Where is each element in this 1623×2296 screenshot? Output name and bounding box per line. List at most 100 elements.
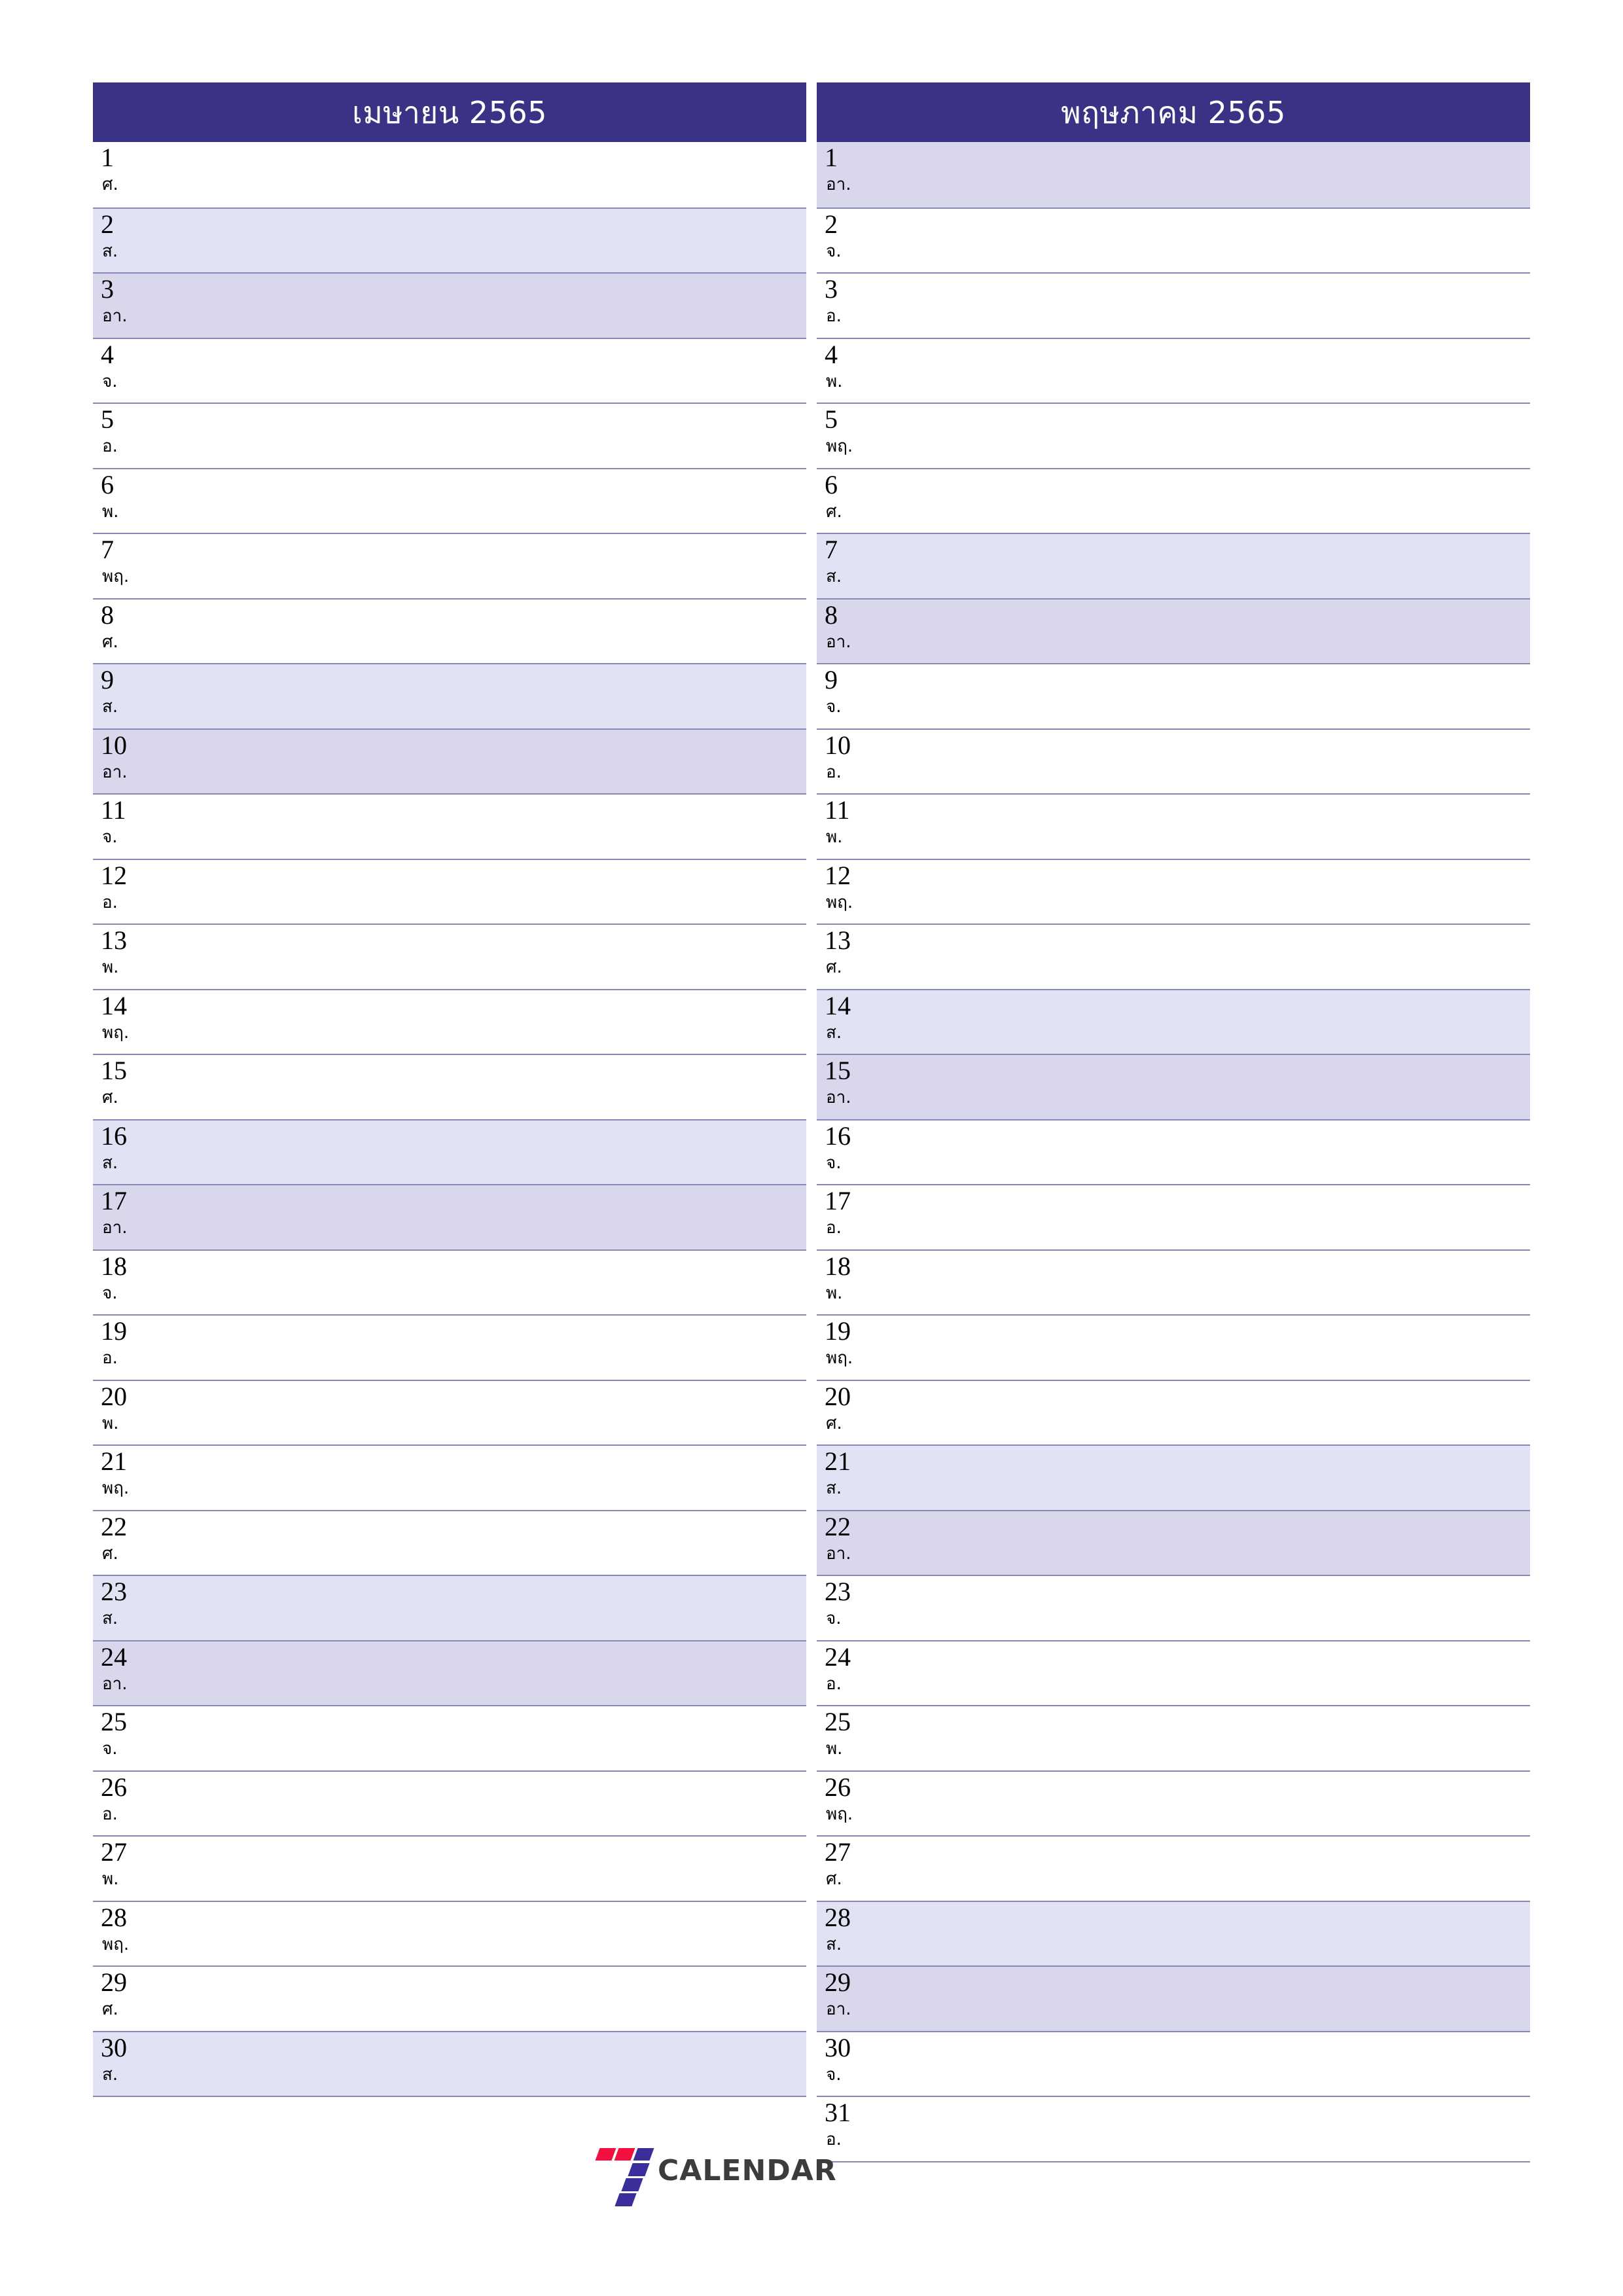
day-name: พฤ. (102, 1934, 130, 1954)
day-row[interactable]: 2 จ. (817, 207, 1530, 272)
day-row[interactable]: 4 จ. (93, 337, 806, 403)
month-columns: เมษายน 2565 1 ศ. 2 ส. 3 อา. 4 จ. 5 อ. 6 พ. 7 พฤ. 8 ศ. 9 ส… (93, 82, 1530, 2203)
day-row[interactable]: 28 ส. (817, 1900, 1530, 1965)
day-number: 24 (825, 1641, 851, 1672)
day-row[interactable]: 8 ศ. (93, 598, 806, 663)
day-row[interactable]: 1 ศ. (93, 142, 806, 207)
day-name: ศ. (826, 958, 842, 977)
day-row[interactable]: 30 ส. (93, 2030, 806, 2096)
day-row[interactable]: 1 อา. (817, 142, 1530, 207)
day-row[interactable]: 14 พฤ. (93, 988, 806, 1054)
day-name: ศ. (102, 1088, 118, 1107)
day-row[interactable]: 16 จ. (817, 1119, 1530, 1184)
day-row[interactable]: 23 จ. (817, 1575, 1530, 1640)
day-row[interactable]: 29 ศ. (93, 1965, 806, 2031)
day-name: อา. (826, 1088, 851, 1107)
day-row[interactable]: 25 จ. (93, 1705, 806, 1770)
day-row[interactable]: 12 อ. (93, 858, 806, 924)
day-number: 17 (101, 1186, 127, 1215)
day-row[interactable]: 15 อา. (817, 1054, 1530, 1119)
day-name: ส. (826, 567, 842, 586)
day-name: ส. (102, 1609, 118, 1628)
day-number: 14 (825, 990, 851, 1020)
day-row[interactable]: 22 ศ. (93, 1509, 806, 1575)
day-row[interactable]: 6 พ. (93, 467, 806, 533)
day-number: 24 (101, 1641, 127, 1672)
day-name: จ. (102, 827, 118, 847)
day-row[interactable]: 31 อ. (817, 2096, 1530, 2161)
day-row[interactable]: 20 พ. (93, 1379, 806, 1444)
day-row[interactable]: 17 อา. (93, 1184, 806, 1249)
day-row[interactable]: 22 อา. (817, 1509, 1530, 1575)
day-row[interactable]: 9 จ. (817, 663, 1530, 728)
day-row[interactable]: 2 ส. (93, 207, 806, 272)
day-name: พ. (102, 958, 119, 977)
day-name: ศ. (102, 175, 118, 194)
day-row[interactable]: 3 อา. (93, 272, 806, 338)
day-row[interactable]: 21 พฤ. (93, 1444, 806, 1510)
day-number: 2 (825, 209, 838, 239)
day-row[interactable]: 28 พฤ. (93, 1900, 806, 1965)
day-name: อ. (826, 1674, 842, 1694)
day-row[interactable]: 7 ส. (817, 533, 1530, 598)
day-number: 15 (825, 1056, 851, 1085)
day-list-right: 1 อา. 2 จ. 3 อ. 4 พ. 5 พฤ. 6 ศ. 7 ส. 8 อา. 9 จ. 10 อ. 11 พ. 12… (817, 142, 1530, 2162)
day-row[interactable]: 4 พ. (817, 337, 1530, 403)
day-row[interactable]: 18 พ. (817, 1249, 1530, 1314)
day-row[interactable]: 20 ศ. (817, 1379, 1530, 1444)
day-name: ส. (102, 241, 118, 261)
day-row[interactable]: 5 อ. (93, 403, 806, 468)
day-name: จ. (102, 1283, 118, 1303)
day-number: 10 (101, 730, 127, 760)
day-row[interactable]: 17 อ. (817, 1184, 1530, 1249)
day-row[interactable]: 19 พฤ. (817, 1314, 1530, 1380)
day-number: 2 (101, 209, 114, 239)
day-row[interactable]: 23 ส. (93, 1575, 806, 1640)
day-row[interactable]: 7 พฤ. (93, 533, 806, 598)
day-number: 25 (825, 1707, 851, 1736)
day-row[interactable]: 12 พฤ. (817, 858, 1530, 924)
day-row[interactable]: 18 จ. (93, 1249, 806, 1314)
month-column-left: เมษายน 2565 1 ศ. 2 ส. 3 อา. 4 จ. 5 อ. 6 พ. 7 พฤ. 8 ศ. 9 ส… (93, 82, 806, 2203)
day-row[interactable]: 11 พ. (817, 793, 1530, 859)
day-row[interactable]: 21 ส. (817, 1444, 1530, 1510)
day-row[interactable]: 5 พฤ. (817, 403, 1530, 468)
day-row[interactable]: 27 พ. (93, 1835, 806, 1901)
day-row[interactable]: 8 อา. (817, 598, 1530, 663)
day-number: 3 (101, 274, 114, 304)
day-row[interactable]: 24 อ. (817, 1640, 1530, 1705)
day-row[interactable]: 14 ส. (817, 988, 1530, 1054)
day-row[interactable]: 10 อา. (93, 728, 806, 793)
day-row[interactable]: 27 ศ. (817, 1835, 1530, 1901)
day-row[interactable]: 26 อ. (93, 1770, 806, 1835)
day-row[interactable]: 13 ศ. (817, 924, 1530, 989)
day-row[interactable]: 16 ส. (93, 1119, 806, 1184)
day-row[interactable]: 30 จ. (817, 2030, 1530, 2096)
day-row[interactable]: 10 อ. (817, 728, 1530, 793)
day-name: ส. (826, 1479, 842, 1498)
day-row[interactable]: 15 ศ. (93, 1054, 806, 1119)
day-row[interactable]: 13 พ. (93, 924, 806, 989)
day-name: จ. (102, 1739, 118, 1759)
day-row[interactable]: 25 พ. (817, 1705, 1530, 1770)
day-row[interactable]: 29 อา. (817, 1965, 1530, 2031)
day-name: ศ. (826, 1869, 842, 1889)
day-number: 28 (825, 1902, 851, 1932)
day-name: พฤ. (826, 437, 853, 456)
day-name: อา. (102, 1218, 128, 1238)
day-name: จ. (826, 697, 842, 717)
day-name: พฤ. (826, 1348, 853, 1368)
day-row[interactable]: 6 ศ. (817, 467, 1530, 533)
day-number: 7 (825, 535, 838, 564)
day-name: พ. (826, 371, 843, 391)
day-row[interactable]: 26 พฤ. (817, 1770, 1530, 1835)
day-name: อา. (826, 1543, 851, 1564)
day-row[interactable]: 3 อ. (817, 272, 1530, 338)
day-number: 13 (101, 925, 127, 955)
day-row[interactable]: 19 อ. (93, 1314, 806, 1380)
day-row[interactable]: 9 ส. (93, 663, 806, 728)
day-number: 22 (101, 1511, 127, 1541)
day-row[interactable]: 11 จ. (93, 793, 806, 859)
day-row[interactable]: 24 อา. (93, 1640, 806, 1705)
day-name: ศ. (102, 1543, 118, 1564)
